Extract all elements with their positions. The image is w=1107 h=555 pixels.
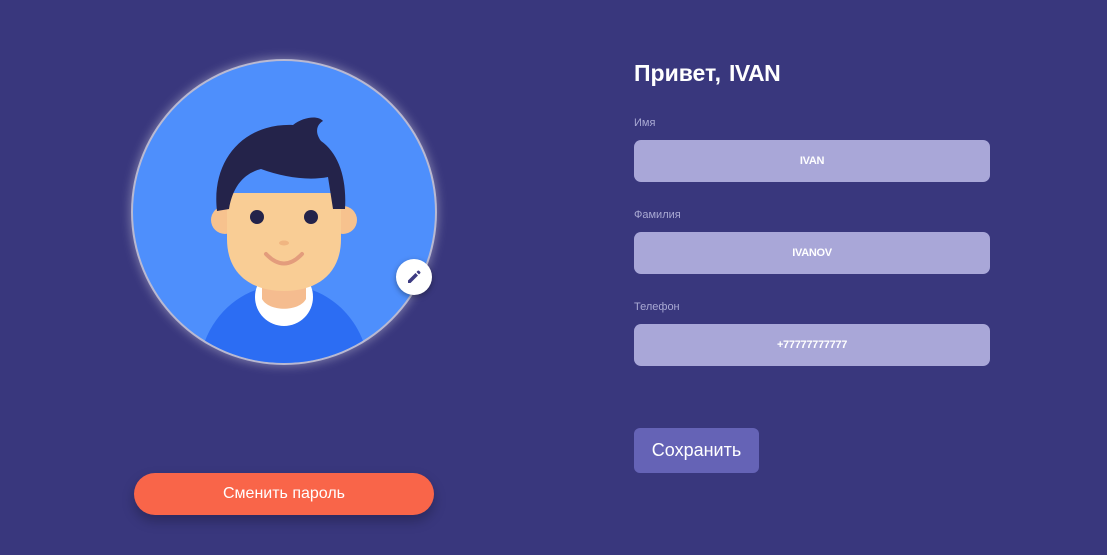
pencil-icon (408, 270, 421, 283)
save-button[interactable]: Сохранить (634, 428, 759, 473)
change-password-button[interactable]: Сменить пароль (134, 473, 434, 515)
user-avatar-icon (199, 117, 369, 363)
page-title: Привет, IVAN (634, 60, 781, 87)
first-name-field[interactable] (634, 140, 990, 182)
phone-field[interactable] (634, 324, 990, 366)
greeting-name: IVAN (728, 60, 781, 86)
profile-avatar (133, 61, 435, 363)
first-name-label: Имя (634, 117, 656, 129)
greeting-prefix: Привет, (634, 60, 721, 86)
last-name-label: Фамилия (634, 209, 681, 221)
last-name-field[interactable] (634, 232, 990, 274)
edit-avatar-button[interactable] (396, 259, 432, 295)
phone-label: Телефон (634, 301, 680, 313)
